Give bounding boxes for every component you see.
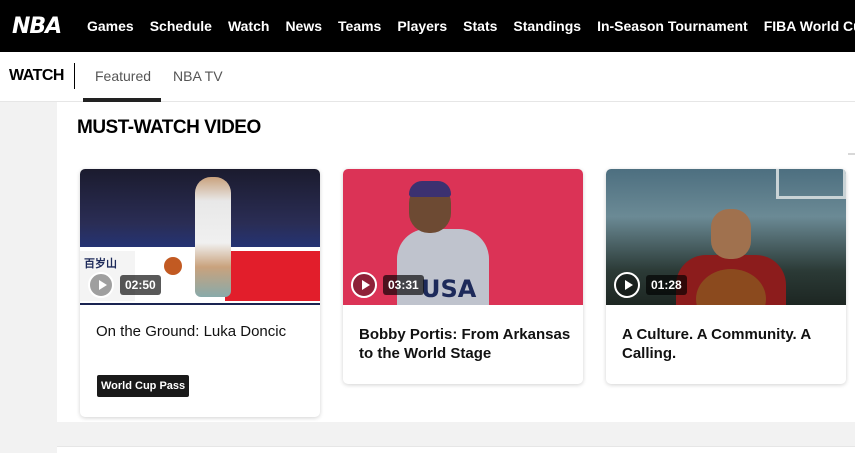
nav-link-teams[interactable]: Teams (338, 18, 381, 34)
section-title: MUST-WATCH VIDEO (77, 117, 261, 138)
nav-link-games[interactable]: Games (87, 18, 134, 34)
thumbnail-sign-text: 百岁山 (84, 257, 117, 270)
nba-logo[interactable]: NBA (9, 10, 62, 42)
nav-link-fiba-world-cup[interactable]: FIBA World Cup (764, 18, 855, 34)
basketball-icon (164, 257, 182, 275)
tab-featured[interactable]: Featured (95, 68, 151, 84)
nav-link-watch[interactable]: Watch (228, 18, 269, 34)
video-title[interactable]: A Culture. A Community. A Calling. (622, 325, 837, 363)
top-nav: NBA Games Schedule Watch News Teams Play… (0, 0, 855, 52)
video-card[interactable]: USA 03:31 Bobby Portis: From Arkansas to… (343, 169, 583, 384)
player-figure (195, 177, 231, 297)
nav-link-news[interactable]: News (285, 18, 322, 34)
next-section-edge (57, 446, 855, 453)
tab-nba-tv[interactable]: NBA TV (173, 68, 223, 84)
nav-link-standings[interactable]: Standings (513, 18, 581, 34)
logo-text: NBA (12, 13, 62, 39)
nav-link-schedule[interactable]: Schedule (150, 18, 212, 34)
nav-links: Games Schedule Watch News Teams Players … (87, 0, 855, 52)
video-title[interactable]: Bobby Portis: From Arkansas to the World… (359, 325, 574, 363)
video-thumbnail[interactable]: USA 03:31 (343, 169, 583, 305)
play-icon[interactable] (614, 272, 640, 298)
play-icon[interactable] (88, 272, 114, 298)
video-card[interactable]: 01:28 A Culture. A Community. A Calling. (606, 169, 846, 384)
subnav-divider (74, 63, 75, 89)
world-cup-pass-badge: World Cup Pass (97, 375, 190, 397)
video-thumbnail[interactable]: 01:28 (606, 169, 846, 305)
video-title[interactable]: On the Ground: Luka Doncic (96, 322, 311, 341)
hoop-icon (776, 169, 846, 199)
jersey-text: USA (421, 275, 477, 303)
nav-link-stats[interactable]: Stats (463, 18, 497, 34)
video-thumbnail[interactable]: 百岁山 02:50 (80, 169, 320, 305)
nav-link-in-season-tournament[interactable]: In-Season Tournament (597, 18, 748, 34)
play-icon[interactable] (351, 272, 377, 298)
video-duration: 03:31 (383, 275, 424, 295)
nav-link-players[interactable]: Players (397, 18, 447, 34)
video-duration: 01:28 (646, 275, 687, 295)
carousel-edge (848, 153, 855, 155)
video-card[interactable]: 百岁山 02:50 On the Ground: Luka Doncic Wor… (80, 169, 320, 417)
subnav-title: WATCH (9, 67, 64, 84)
watch-subnav: WATCH Featured NBA TV (0, 52, 855, 102)
video-duration: 02:50 (120, 275, 161, 295)
